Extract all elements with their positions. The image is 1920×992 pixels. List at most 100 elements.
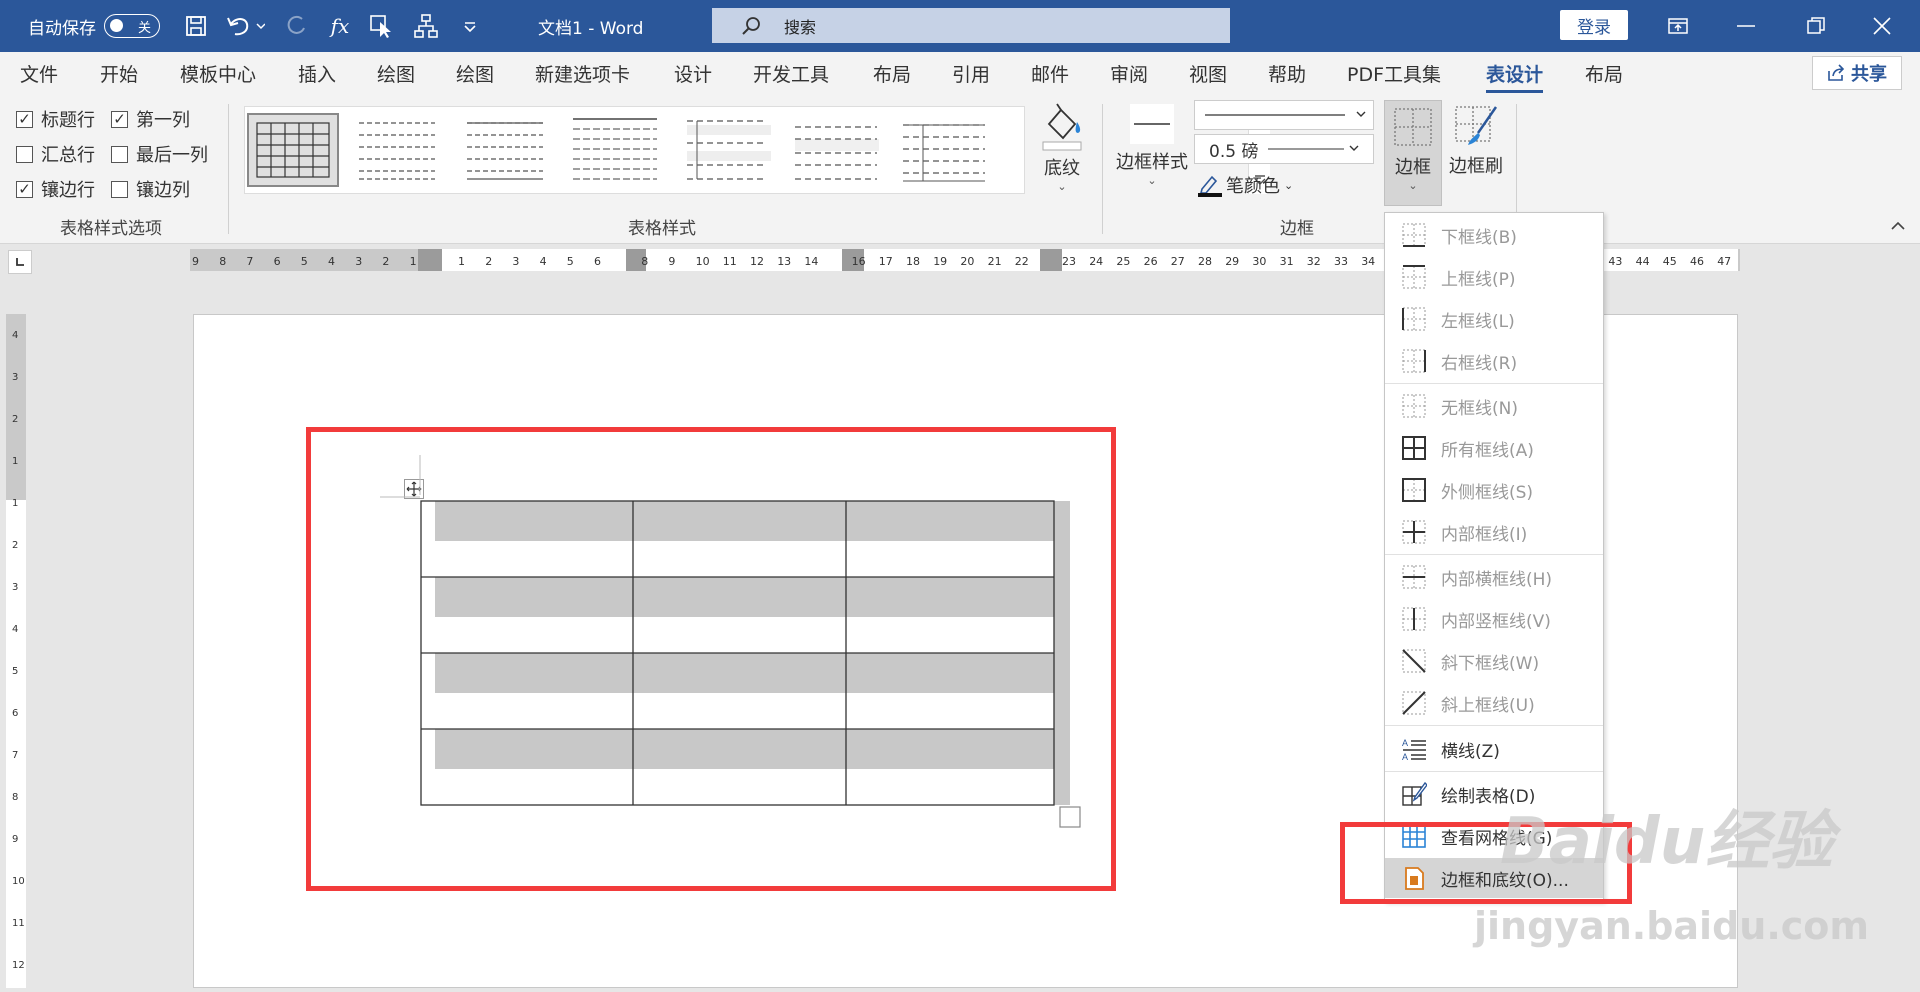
- ruler-tick-label: 7: [12, 750, 18, 761]
- table-style-4[interactable]: [569, 113, 661, 187]
- table-style-grid[interactable]: [247, 113, 339, 187]
- menu-item-horizontal-line[interactable]: A A 横线(Z): [1385, 729, 1603, 769]
- tab-mailings[interactable]: 邮件: [1031, 60, 1069, 87]
- ruler-tick-label: 4: [12, 624, 18, 635]
- ruler-tick-label: 2: [485, 255, 492, 268]
- tab-view[interactable]: 视图: [1189, 60, 1227, 87]
- border-painter-button[interactable]: 边框刷: [1446, 100, 1506, 178]
- ruler-tick-label: 9: [192, 255, 199, 268]
- menu-item-inside-borders[interactable]: 内部框线(I): [1385, 512, 1603, 552]
- collapse-ribbon-icon[interactable]: [1890, 220, 1906, 232]
- table-style-5[interactable]: [679, 113, 771, 187]
- function-icon[interactable]: fx: [322, 0, 358, 52]
- tab-design[interactable]: 设计: [674, 60, 712, 87]
- share-button[interactable]: 共享: [1812, 56, 1902, 90]
- borders-button[interactable]: 边框 ⌄: [1384, 100, 1442, 206]
- save-icon[interactable]: [178, 0, 214, 52]
- table-style-7[interactable]: [897, 113, 989, 187]
- org-chart-icon[interactable]: [408, 0, 444, 52]
- tab-pdf-tools[interactable]: PDF工具集: [1347, 60, 1441, 87]
- tab-review[interactable]: 审阅: [1110, 60, 1148, 87]
- menu-item-top-border[interactable]: 上框线(P): [1385, 257, 1603, 297]
- highlight-box-table: [306, 427, 1116, 891]
- close-icon[interactable]: [1852, 0, 1912, 52]
- tab-stop-selector[interactable]: [8, 250, 32, 274]
- tab-help[interactable]: 帮助: [1268, 60, 1306, 87]
- table-style-2[interactable]: [351, 113, 443, 187]
- menu-item-all-borders[interactable]: 所有框线(A): [1385, 428, 1603, 468]
- menu-item-inside-horizontal[interactable]: 内部横框线(H): [1385, 557, 1603, 597]
- ruler-tick-label: 22: [1015, 255, 1029, 268]
- border-painter-icon: [1446, 100, 1506, 152]
- tab-developer[interactable]: 开发工具: [753, 60, 829, 87]
- ribbon: ✓ 标题行 ✓ 第一列 汇总行 最后一列 ✓ 镶边行 镶边列 表格样式选项 表格…: [0, 96, 1920, 244]
- border-bottom-icon: [1402, 223, 1426, 247]
- ruler-tick-label: 4: [328, 255, 335, 268]
- tab-table-layout[interactable]: 布局: [1585, 60, 1623, 87]
- ruler-tick-label: 18: [906, 255, 920, 268]
- menu-item-no-border[interactable]: 无框线(N): [1385, 386, 1603, 426]
- ruler-tick-label: 6: [12, 708, 18, 719]
- checkbox-last-column[interactable]: 最后一列: [111, 141, 208, 167]
- table-style-3[interactable]: [459, 113, 551, 187]
- checkbox-header-row[interactable]: ✓ 标题行: [16, 106, 95, 132]
- diag-up-icon: [1402, 691, 1426, 715]
- chevron-down-icon: ⌄: [1057, 180, 1067, 193]
- autosave[interactable]: 自动保存 关: [28, 0, 160, 52]
- restore-icon[interactable]: [1786, 0, 1846, 52]
- checkbox-total-row[interactable]: 汇总行: [16, 141, 95, 167]
- border-styles-button[interactable]: 边框样式 ⌄: [1112, 100, 1192, 187]
- ruler-tick-label: 46: [1690, 255, 1704, 268]
- tab-layout[interactable]: 布局: [873, 60, 911, 87]
- tab-draw[interactable]: 绘图: [377, 60, 415, 87]
- select-cursor-icon[interactable]: [364, 0, 400, 52]
- ruler-tick-label: 8: [12, 792, 18, 803]
- minimize-icon[interactable]: [1716, 0, 1776, 52]
- ruler-tick-label: 2: [382, 255, 389, 268]
- pen-color-button[interactable]: 笔颜色 ⌄: [1198, 172, 1293, 198]
- ruler-tick-label: 6: [594, 255, 601, 268]
- search-box[interactable]: 搜索: [712, 8, 1230, 43]
- line-weight-select[interactable]: 0.5 磅: [1194, 134, 1374, 164]
- ruler-tick-label: 13: [777, 255, 791, 268]
- menu-item-bottom-border[interactable]: 下框线(B): [1385, 215, 1603, 255]
- ruler-tick-label: 16: [852, 255, 866, 268]
- border-top-icon: [1402, 265, 1426, 289]
- checkbox-banded-columns[interactable]: 镶边列: [111, 176, 190, 202]
- table-styles-gallery[interactable]: [244, 106, 1270, 194]
- tab-file[interactable]: 文件: [20, 60, 58, 87]
- undo-icon[interactable]: [222, 0, 268, 52]
- ruler-tick-label: 3: [12, 372, 18, 383]
- menu-item-right-border[interactable]: 右框线(R): [1385, 341, 1603, 381]
- menu-item-diagonal-up[interactable]: 斜上框线(U): [1385, 683, 1603, 723]
- customize-qat-icon[interactable]: [452, 0, 488, 52]
- check-icon: ✓: [111, 110, 128, 128]
- ruler-tick-label: 10: [12, 876, 25, 887]
- tab-insert[interactable]: 插入: [298, 60, 336, 87]
- ruler-tick-label: 9: [12, 834, 18, 845]
- draw-table-icon: [1402, 781, 1427, 806]
- ruler-tick-label: 1: [410, 255, 417, 268]
- tab-template-center[interactable]: 模板中心: [180, 60, 256, 87]
- checkbox-first-column[interactable]: ✓ 第一列: [111, 106, 190, 132]
- tab-new-tab[interactable]: 新建选项卡: [535, 60, 630, 87]
- menu-item-diagonal-down[interactable]: 斜下框线(W): [1385, 641, 1603, 681]
- shading-button[interactable]: 底纹 ⌄: [1036, 102, 1088, 193]
- check-icon: ✓: [16, 180, 33, 198]
- ruler-tick-label: 1: [458, 255, 465, 268]
- tab-draw-2[interactable]: 绘图: [456, 60, 494, 87]
- menu-item-outside-borders[interactable]: 外侧框线(S): [1385, 470, 1603, 510]
- ruler-tick-label: 6: [274, 255, 281, 268]
- checkbox-banded-rows[interactable]: ✓ 镶边行: [16, 176, 95, 202]
- menu-item-inside-vertical[interactable]: 内部竖框线(V): [1385, 599, 1603, 639]
- tab-home[interactable]: 开始: [100, 60, 138, 87]
- menu-item-left-border[interactable]: 左框线(L): [1385, 299, 1603, 339]
- ribbon-display-icon[interactable]: [1648, 0, 1708, 52]
- tab-references[interactable]: 引用: [952, 60, 990, 87]
- tab-table-design[interactable]: 表设计: [1486, 60, 1544, 93]
- table-style-6[interactable]: [789, 113, 881, 187]
- login-button[interactable]: 登录: [1560, 10, 1628, 40]
- line-style-select[interactable]: [1194, 100, 1374, 130]
- redo-icon[interactable]: [278, 0, 314, 52]
- autosave-toggle[interactable]: 关: [104, 14, 160, 38]
